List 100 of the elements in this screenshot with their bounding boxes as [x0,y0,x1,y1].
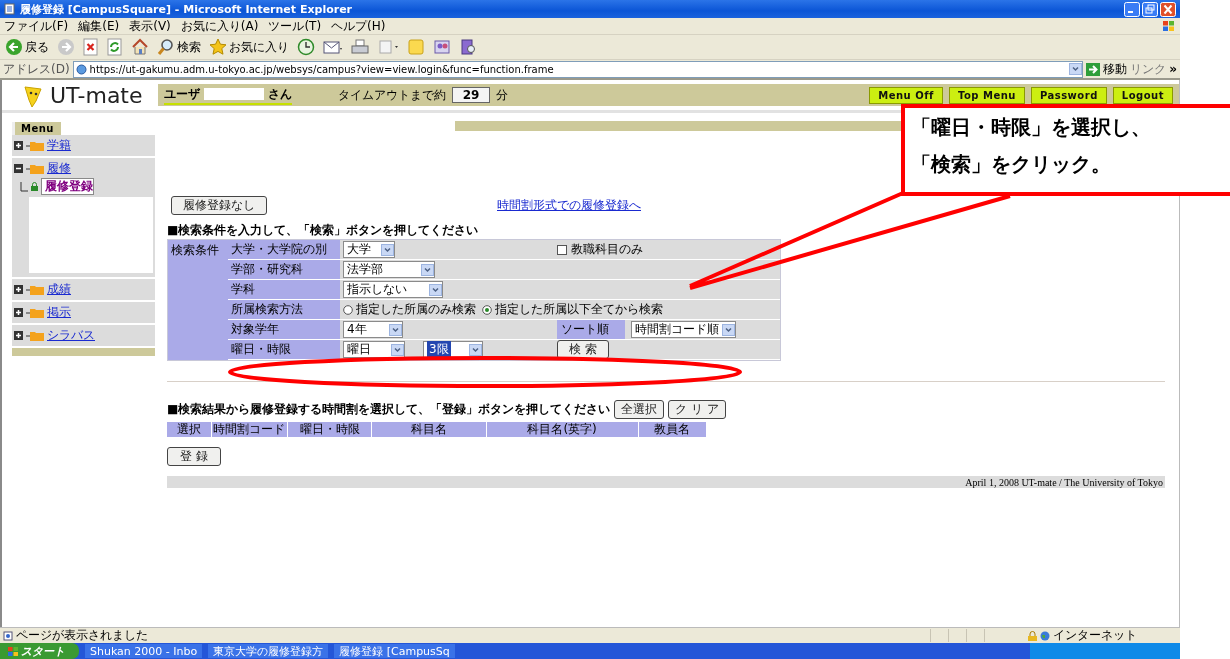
sidebar-sublink[interactable]: 履修登録 [41,178,94,195]
home-icon [131,38,149,56]
menu-item[interactable]: ツール(T) [268,17,322,35]
page-icon [75,63,87,75]
taskbar-item[interactable]: Shukan 2000 - Inbo [85,644,203,658]
radio-label: 指定した所属のみ検索 [356,301,476,318]
menu-item[interactable]: ファイル(F) [4,17,69,35]
plus-box-icon[interactable] [14,331,23,340]
star-icon [209,38,227,56]
sidebar-link[interactable]: 学籍 [47,137,71,154]
go-button[interactable]: 移動 [1086,60,1128,78]
start-button[interactable]: スタート [0,643,79,659]
plus-box-icon[interactable] [14,141,23,150]
radio-button[interactable] [343,304,353,315]
globe-icon [1040,630,1050,641]
checkbox[interactable] [557,244,567,255]
criteria-label: 検索条件 [171,243,219,257]
clock-icon [297,38,315,56]
research-button[interactable] [458,38,478,56]
header-button[interactable]: Menu Off [869,86,943,104]
favorites-button[interactable]: お気に入り [208,38,290,56]
column-header: 教員名 [638,422,707,437]
clear-button[interactable]: ク リ ア [668,400,726,419]
logo: UT-mate [50,83,143,108]
register-button[interactable]: 登 録 [167,447,221,466]
dropdown[interactable]: 大学 [343,241,395,258]
tree-connector [20,181,28,192]
field-label: 曜日・時限 [231,341,291,358]
checkbox-label: 教職科目のみ [571,241,643,258]
restore-button[interactable] [1142,1,1158,17]
callout-text: 「曜日・時限」を選択し、 [911,114,1152,141]
timeout-label: タイムアウトまで約 [338,86,446,104]
user-suffix: さん [268,85,292,103]
plus-box-icon[interactable] [14,308,23,317]
dropdown[interactable]: 4年 [343,321,403,338]
header-button[interactable]: Logout [1112,86,1173,104]
refresh-icon [107,38,123,56]
header-button[interactable]: Top Menu [948,86,1025,104]
menu-item[interactable]: 表示(V) [129,17,171,35]
column-header: 曜日・時限 [288,422,373,437]
more-chevron[interactable]: » [1169,62,1177,76]
timeout-unit: 分 [496,86,508,104]
menu-item[interactable]: お気に入り(A) [180,17,259,35]
taskbar-item[interactable]: 履修登録 [CampusSq [334,644,455,658]
zone-text: インターネット [1053,627,1137,644]
section-heading: ■検索結果から履修登録する時間割を選択して、「登録」ボタンを押してください [167,401,611,418]
back-button[interactable]: 戻る [4,38,50,56]
sidebar-link[interactable]: 成績 [47,281,71,298]
print-button[interactable] [350,38,370,56]
taskbar-item[interactable]: 東京大学の履修登録方 [208,644,329,658]
no-registration-button[interactable]: 履修登録なし [171,196,267,215]
section-heading: ■検索条件を入力して、「検索」ボタンを押してください [167,222,480,239]
folder-icon [26,163,44,174]
header-button[interactable]: Password [1030,86,1107,104]
sidebar-link[interactable]: 履修 [47,160,71,177]
lock-icon [31,182,38,191]
menu-item[interactable]: 編集(E) [78,17,120,35]
field-label: 対象学年 [231,321,279,338]
plus-box-icon[interactable] [14,285,23,294]
links-label[interactable]: リンク [1130,60,1167,78]
stop-button[interactable] [82,38,100,56]
radio-button[interactable] [482,304,492,315]
dropdown[interactable]: 曜日 [343,341,405,358]
menu-title: Menu [12,122,61,135]
page-icon [3,630,13,641]
refresh-button[interactable] [106,38,124,56]
column-header: 時間割コード [211,422,289,437]
sidebar-link[interactable]: 掲示 [47,304,71,321]
menu-item[interactable]: ヘルプ(H) [331,17,386,35]
timetable-link[interactable]: 時間割形式での履修登録へ [497,197,641,214]
printer-icon [351,38,369,56]
column-header: 科目名(英字) [486,422,639,437]
callout-text: 「検索」をクリック。 [911,151,1112,178]
dropdown[interactable]: 法学部 [343,261,435,278]
sort-label: ソート順 [561,321,609,338]
windows-logo-icon [1162,20,1176,32]
window-title: 履修登録 [CampusSquare] - Microsoft Internet Explorer [20,1,354,17]
mail-button[interactable] [322,38,344,56]
select-all-button[interactable]: 全選択 [614,400,665,419]
document-icon [377,38,399,56]
dropdown[interactable]: 時間割コード順 [631,321,736,338]
dropdown[interactable]: 指示しない [343,281,443,298]
address-label: アドレス(D) [3,60,70,78]
column-header: 科目名 [372,422,487,437]
field-label: 大学・大学院の別 [231,241,327,258]
close-button[interactable] [1160,1,1176,17]
history-button[interactable] [296,38,316,56]
search-icon [157,38,175,56]
footer-text: April 1, 2008 UT-mate / The University of Tokyo [965,476,1163,488]
search-button[interactable]: 検索 [156,38,202,56]
mascot-icon [22,83,44,108]
home-button[interactable] [130,38,150,56]
envelope-icon [323,38,343,56]
messenger-button[interactable] [432,38,452,56]
column-header: 選択 [167,422,212,437]
radio-label: 指定した所属以下全てから検索 [495,301,663,318]
status-text: ページが表示されました [16,627,148,644]
minimize-button[interactable] [1124,1,1140,17]
minus-box-icon[interactable] [14,164,23,173]
address-field[interactable]: https://ut-gakumu.adm.u-tokyo.ac.jp/websys/campus?view=view.login&func=function.frame [72,60,1084,78]
